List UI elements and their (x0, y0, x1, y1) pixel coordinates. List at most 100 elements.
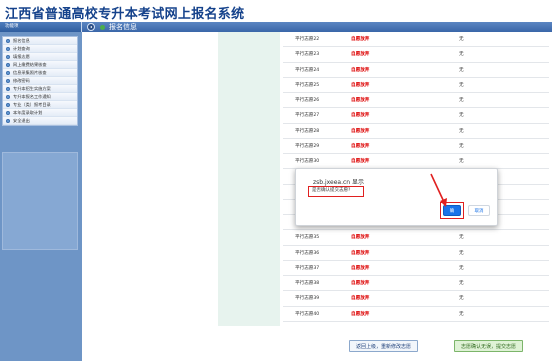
sidebar-menu: 报名信息 计划查询 填报志愿 网上缴费结果核查 信息采集照片核查 修改密码 专升… (2, 36, 78, 126)
top-nav-bar (0, 22, 552, 32)
sidebar-item-major-catalog[interactable]: 专业（类）报考目录 (3, 101, 77, 109)
sidebar-item-change-password[interactable]: 修改密码 (3, 77, 77, 85)
preference-value-cell: 无 (459, 235, 464, 241)
table-row: 平行志愿40 自愿放弃 无 (283, 307, 549, 322)
preference-status-cell: 自愿放弃 (351, 98, 370, 103)
dialog-ok-button[interactable]: 确定 (443, 205, 461, 225)
preference-value-cell: 无 (459, 113, 464, 119)
sidebar-item-fill-preferences[interactable]: 填报志愿 (3, 53, 77, 61)
preference-name-cell: 平行志愿39 (295, 296, 320, 302)
table-row: 平行志愿29 自愿放弃 无 (283, 139, 549, 154)
preference-value-cell: 无 (459, 98, 464, 103)
collapse-arrow-icon[interactable] (87, 23, 95, 31)
bullet-icon (6, 71, 10, 75)
preference-status-cell: 自愿放弃 (351, 52, 370, 58)
dialog-title: zsb.jxeea.cn 显示 (313, 179, 365, 186)
table-row: 平行志愿26 自愿放弃 无 (283, 93, 549, 109)
bullet-icon (6, 39, 10, 43)
table-row: 平行志愿25 自愿放弃 无 (283, 78, 549, 93)
sidebar-item-logout[interactable]: 安全退出 (3, 117, 77, 125)
sidebar-item-enrollment-plan[interactable]: 专升本招生实施方案 (3, 85, 77, 93)
bullet-icon (6, 55, 10, 59)
content-column-band (218, 32, 280, 326)
preference-name-cell: 平行志愿30 (295, 159, 320, 164)
preference-status-cell: 自愿放弃 (351, 113, 370, 119)
sidebar-item-registration-notice[interactable]: 专升本报名工作通知 (3, 93, 77, 101)
preference-value-cell: 无 (459, 37, 464, 42)
bullet-icon (6, 87, 10, 91)
sidebar-item-photo-check[interactable]: 信息采集照片核查 (3, 69, 77, 77)
preference-name-cell: 平行志愿23 (295, 52, 320, 58)
preference-name-cell: 平行志愿35 (295, 235, 320, 241)
preference-value-cell: 无 (459, 311, 464, 317)
bullet-icon (6, 63, 10, 67)
dialog-cancel-button[interactable]: 取消 (468, 205, 490, 216)
confirm-dialog: zsb.jxeea.cn 显示 是否确认提交志愿? 确定 取消 (295, 168, 498, 226)
preference-status-cell: 自愿放弃 (351, 67, 370, 73)
sidebar: 报名信息 计划查询 填报志愿 网上缴费结果核查 信息采集照片核查 修改密码 专升… (0, 32, 82, 361)
bullet-icon (6, 119, 10, 123)
table-row: 平行志愿28 自愿放弃 无 (283, 124, 549, 139)
bullet-icon (6, 95, 10, 99)
page-header: 江西省普通高校专升本考试网上报名系统 (0, 0, 552, 22)
preference-name-cell: 平行志愿36 (295, 250, 320, 256)
status-dot-icon (100, 24, 105, 30)
preference-name-cell: 平行志愿27 (295, 113, 320, 119)
page-title: 江西省普通高校专升本考试网上报名系统 (5, 7, 245, 22)
preference-status-cell: 自愿放弃 (351, 311, 370, 317)
preference-value-cell: 无 (459, 250, 464, 256)
preference-status-cell: 自愿放弃 (351, 281, 370, 286)
preference-status-cell: 自愿放弃 (351, 235, 370, 241)
preference-value-cell: 无 (459, 67, 464, 73)
preference-value-cell: 无 (459, 128, 464, 134)
preference-value-cell: 无 (459, 159, 464, 164)
sidebar-item-plan-query[interactable]: 计划查询 (3, 45, 77, 53)
footer-actions: 返回上级，重新修改志愿 志愿确认无误，提交志愿 (283, 326, 549, 361)
table-row: 平行志愿36 自愿放弃 无 (283, 246, 549, 261)
table-row: 平行志愿24 自愿放弃 无 (283, 63, 549, 78)
table-row: 平行志愿23 自愿放弃 无 (283, 47, 549, 63)
table-row: 平行志愿35 自愿放弃 无 (283, 230, 549, 246)
back-button[interactable]: 返回上级，重新修改志愿 (349, 340, 419, 352)
preference-value-cell: 无 (459, 52, 464, 58)
preference-name-cell: 平行志愿28 (295, 128, 320, 134)
preference-status-cell: 自愿放弃 (351, 82, 370, 88)
table-row: 平行志愿37 自愿放弃 无 (283, 261, 549, 276)
sidebar-panel (2, 152, 78, 250)
preference-status-cell: 自愿放弃 (351, 250, 370, 256)
preference-name-cell: 平行志愿25 (295, 82, 320, 88)
preference-name-cell: 平行志愿38 (295, 281, 320, 286)
preference-value-cell: 无 (459, 265, 464, 271)
table-row: 平行志愿22 自愿放弃 无 (283, 32, 549, 48)
preference-value-cell: 无 (459, 143, 464, 149)
preference-name-cell: 平行志愿40 (295, 311, 320, 317)
preference-status-cell: 自愿放弃 (351, 159, 370, 164)
table-row: 平行志愿27 自愿放弃 无 (283, 108, 549, 124)
breadcrumb: 报名信息 (87, 22, 137, 32)
bullet-icon (6, 47, 10, 51)
submit-preferences-button[interactable]: 志愿确认无误，提交志愿 (454, 340, 524, 352)
bullet-icon (6, 79, 10, 83)
preference-value-cell: 无 (459, 281, 464, 286)
preference-name-cell: 平行志愿22 (295, 37, 320, 42)
preference-status-cell: 自愿放弃 (351, 296, 370, 302)
preference-status-cell: 自愿放弃 (351, 143, 370, 149)
sidebar-item-admission-plan[interactable]: 本年度录取计划 (3, 109, 77, 117)
table-row: 平行志愿39 自愿放弃 无 (283, 291, 549, 307)
preference-name-cell: 平行志愿29 (295, 143, 320, 149)
preference-value-cell: 无 (459, 82, 464, 88)
sidebar-header: 功能项 (0, 22, 82, 32)
table-row: 平行志愿38 自愿放弃 无 (283, 276, 549, 292)
dialog-message: 是否确认提交志愿? (308, 186, 364, 197)
bullet-icon (6, 111, 10, 115)
bullet-icon (6, 103, 10, 107)
preference-value-cell: 无 (459, 296, 464, 302)
table-row: 平行志愿30 自愿放弃 无 (283, 154, 549, 170)
sidebar-item-registration-info[interactable]: 报名信息 (3, 37, 77, 45)
sidebar-item-payment-check[interactable]: 网上缴费结果核查 (3, 61, 77, 69)
preference-status-cell: 自愿放弃 (351, 37, 370, 42)
preference-name-cell: 平行志愿37 (295, 265, 320, 271)
preference-name-cell: 平行志愿26 (295, 98, 320, 103)
preference-status-cell: 自愿放弃 (351, 265, 370, 271)
preference-name-cell: 平行志愿24 (295, 67, 320, 73)
